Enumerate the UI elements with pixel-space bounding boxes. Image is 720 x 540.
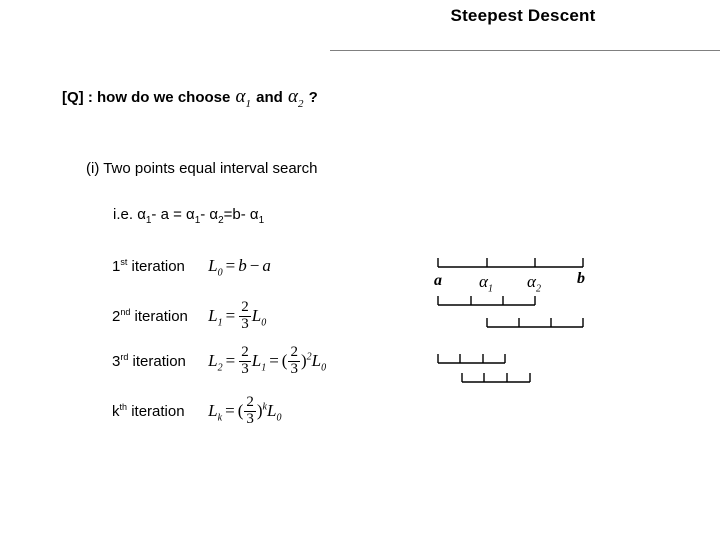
- alpha-2-symbol: α2: [288, 86, 304, 110]
- fraction-two-thirds: 23: [244, 394, 256, 427]
- iteration-label: 3rd iteration: [112, 352, 186, 371]
- alpha-1-symbol: α1: [235, 86, 251, 110]
- iteration-equation: L0 = b − a: [208, 256, 271, 279]
- method-heading: (i) Two points equal interval search: [86, 160, 318, 177]
- question-line: [Q] : how do we choose α1 and α2 ?: [62, 86, 318, 110]
- iteration-label: 1st iteration: [112, 257, 185, 276]
- segment-iteration-2-alt: [486, 318, 584, 328]
- iteration-label: kth iteration: [112, 402, 185, 421]
- iteration-row: 1st iteration L0 = b − a: [112, 256, 271, 278]
- fraction-two-thirds: 23: [288, 344, 300, 377]
- diagram-label-endpoint: b: [577, 270, 585, 287]
- iteration-row: 2nd iteration L1 = 2 3 L0: [112, 299, 267, 334]
- title-divider: [330, 50, 720, 51]
- question-prefix: [Q] : how do we choose: [62, 89, 231, 106]
- iteration-label: 2nd iteration: [112, 307, 188, 326]
- page-title: Steepest Descent: [450, 6, 596, 25]
- interval-relation: i.e. α1- a = α1- α2=b- α1: [113, 206, 264, 226]
- fraction-two-thirds: 23: [239, 344, 251, 377]
- iteration-row: kth iteration Lk =(2 3)kL0: [112, 394, 282, 429]
- iteration-equation: L2 = 2 3 L1 =(2 3)2L0: [208, 344, 327, 377]
- fraction-two-thirds: 23: [239, 299, 251, 332]
- question-conjunction: and: [256, 89, 283, 106]
- iteration-equation: Lk =(2 3)kL0: [208, 394, 282, 427]
- interval-diagram-group: [437, 258, 584, 383]
- relation-body: α1- a = α1- α2=b- α1: [137, 206, 265, 226]
- diagram-label-alpha: α2: [527, 272, 541, 295]
- iteration-row: 3rd iteration L2 = 2 3 L1 =(2 3)2L0: [112, 344, 327, 379]
- segment-iteration-3-alt: [461, 373, 531, 383]
- segment-initial: [437, 258, 584, 268]
- diagram-label-alpha: α1: [479, 272, 493, 295]
- relation-lead: i.e.: [113, 206, 134, 223]
- question-mark: ?: [308, 89, 318, 106]
- iteration-equation: L1 = 2 3 L0: [208, 299, 267, 332]
- diagram-label-endpoint: a: [434, 272, 442, 289]
- segment-iteration-2: [437, 296, 536, 306]
- segment-iteration-3: [437, 354, 506, 364]
